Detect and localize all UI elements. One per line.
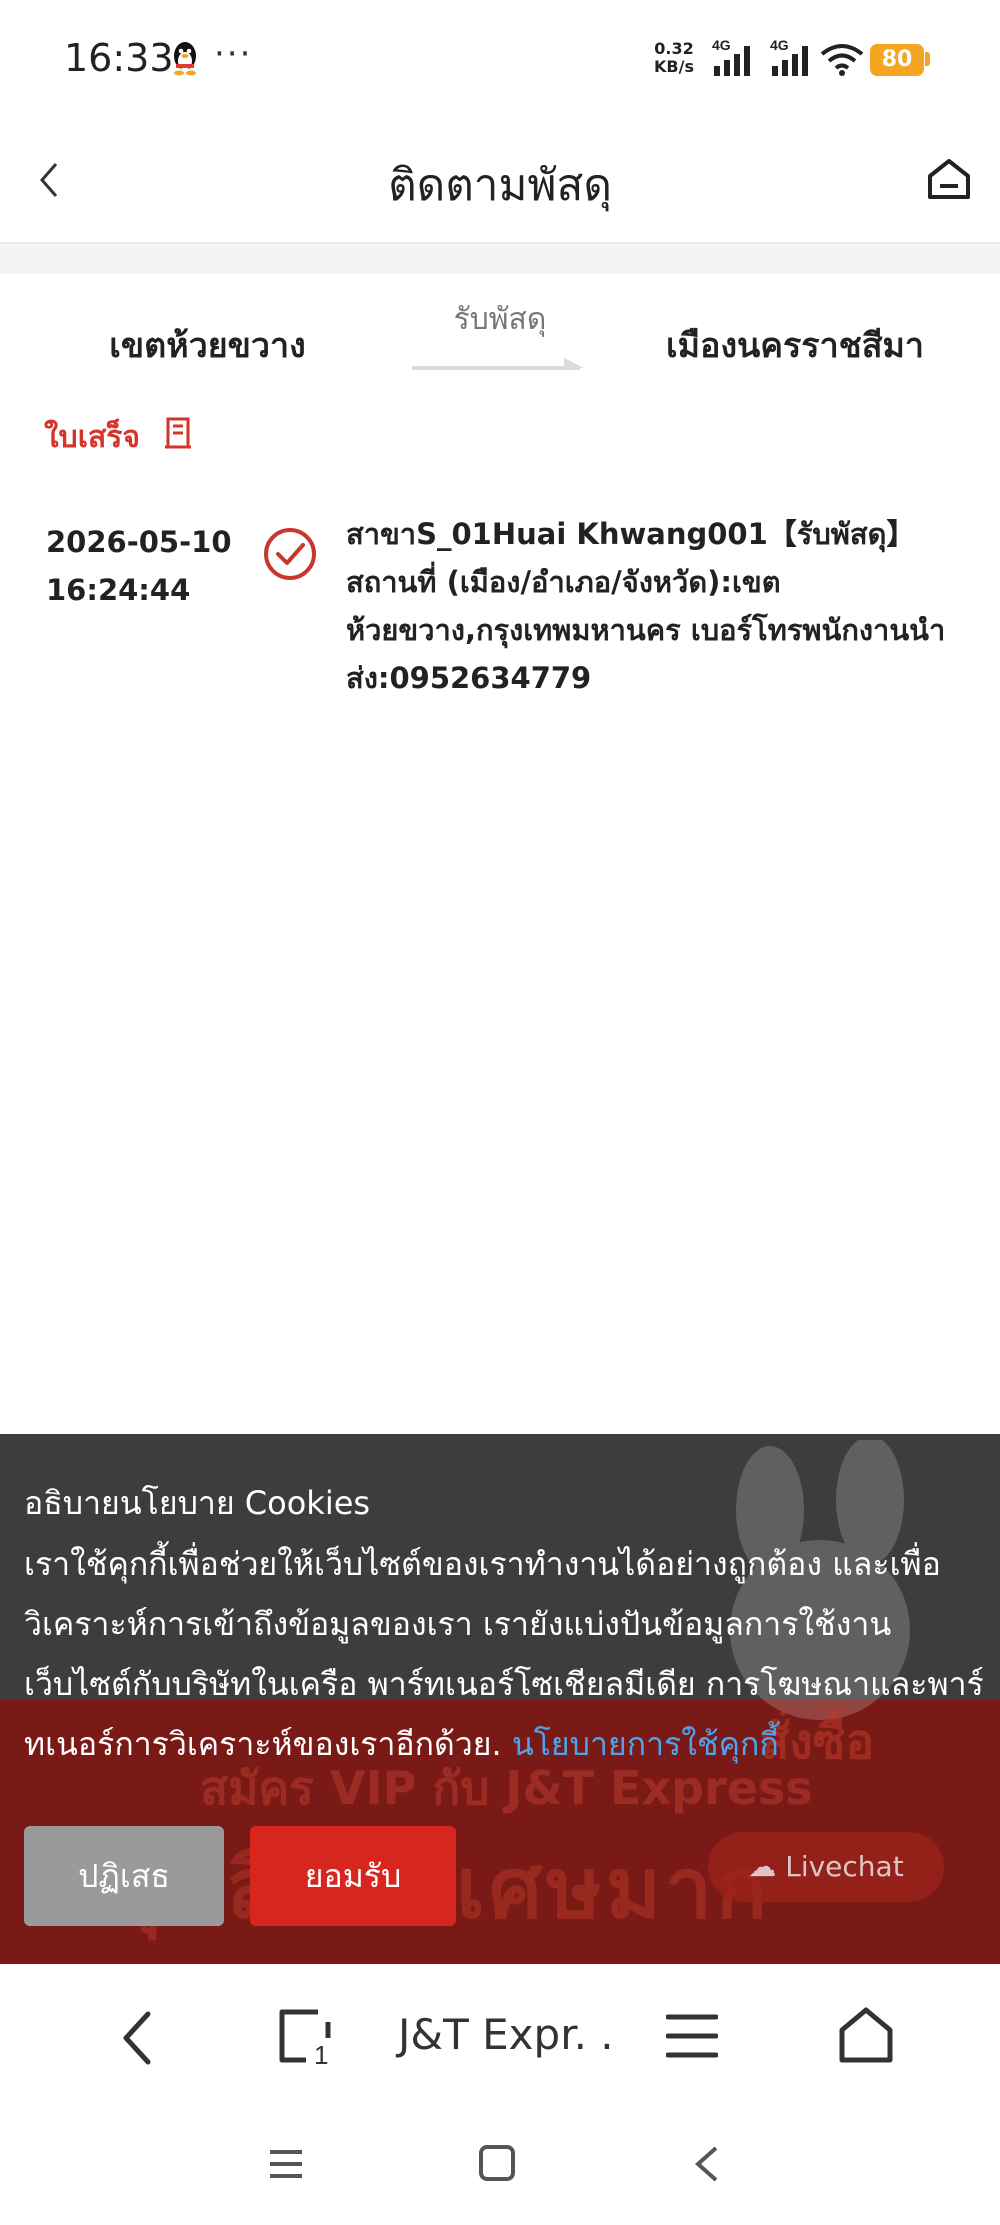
nav-back-icon[interactable] <box>692 2144 722 2184</box>
timeline-time: 16:24:44 <box>46 573 191 607</box>
wifi-icon <box>820 44 864 76</box>
qq-penguin-icon <box>174 42 196 76</box>
cookie-title: อธิบายนโยบาย Cookies <box>24 1484 371 1522</box>
reject-button[interactable]: ปฏิเสธ <box>24 1826 224 1926</box>
cellular-signal-2-icon: 4G <box>770 38 808 76</box>
browser-back-icon[interactable] <box>120 2010 156 2066</box>
menu-icon[interactable] <box>666 2012 718 2060</box>
accept-button[interactable]: ยอมรับ <box>250 1826 456 1926</box>
battery-level: 80 <box>870 44 924 76</box>
tabs-icon[interactable]: 1 <box>278 2008 338 2068</box>
destination-location: เมืองนครราชสีมา <box>666 326 924 366</box>
home-icon[interactable] <box>926 156 972 202</box>
chat-icon: ☁ <box>748 1850 786 1883</box>
more-notifications-icon: ··· <box>214 34 253 74</box>
clock: 16:33 <box>64 36 174 80</box>
cookie-description: เราใช้คุกกี้เพื่อช่วยให้เว็บไซต์ของเราทำ… <box>24 1545 984 1763</box>
battery-icon <box>925 52 930 66</box>
nav-home-icon[interactable] <box>478 2144 516 2182</box>
network-type-1: 4G <box>712 38 731 53</box>
timeline-date: 2026-05-10 <box>46 525 232 559</box>
check-circle-icon <box>264 528 316 580</box>
livechat-button[interactable]: ☁ Livechat <box>708 1832 944 1902</box>
timeline-datetime: 2026-05-10 16:24:44 <box>46 518 232 614</box>
cookie-policy-link[interactable]: นโยบายการใช้คุกกี้ <box>512 1725 779 1763</box>
network-type-2: 4G <box>770 38 789 53</box>
tab-count: 1 <box>314 2040 328 2068</box>
receipt-icon[interactable] <box>163 416 193 450</box>
browser-home-icon[interactable] <box>838 2006 894 2064</box>
network-speed: 0.32 KB/s <box>654 39 694 76</box>
cellular-signal-1-icon: 4G <box>712 38 750 76</box>
shipment-status: รับพัสดุ <box>453 302 547 337</box>
route-arrow-icon <box>412 358 584 370</box>
section-divider <box>0 244 1000 274</box>
recent-apps-icon[interactable] <box>268 2146 304 2182</box>
receipt-link[interactable]: ใบเสร็จ <box>44 414 140 461</box>
timeline-detail: สาขาS_01Huai Khwang001【รับพัสดุ】สถานที่ … <box>346 517 946 695</box>
origin-location: เขตห้วยขวาง <box>109 326 306 366</box>
page-title: ติดตามพัสดุ <box>388 160 612 211</box>
browser-page-title[interactable]: J&T Expr. . <box>398 2010 614 2059</box>
